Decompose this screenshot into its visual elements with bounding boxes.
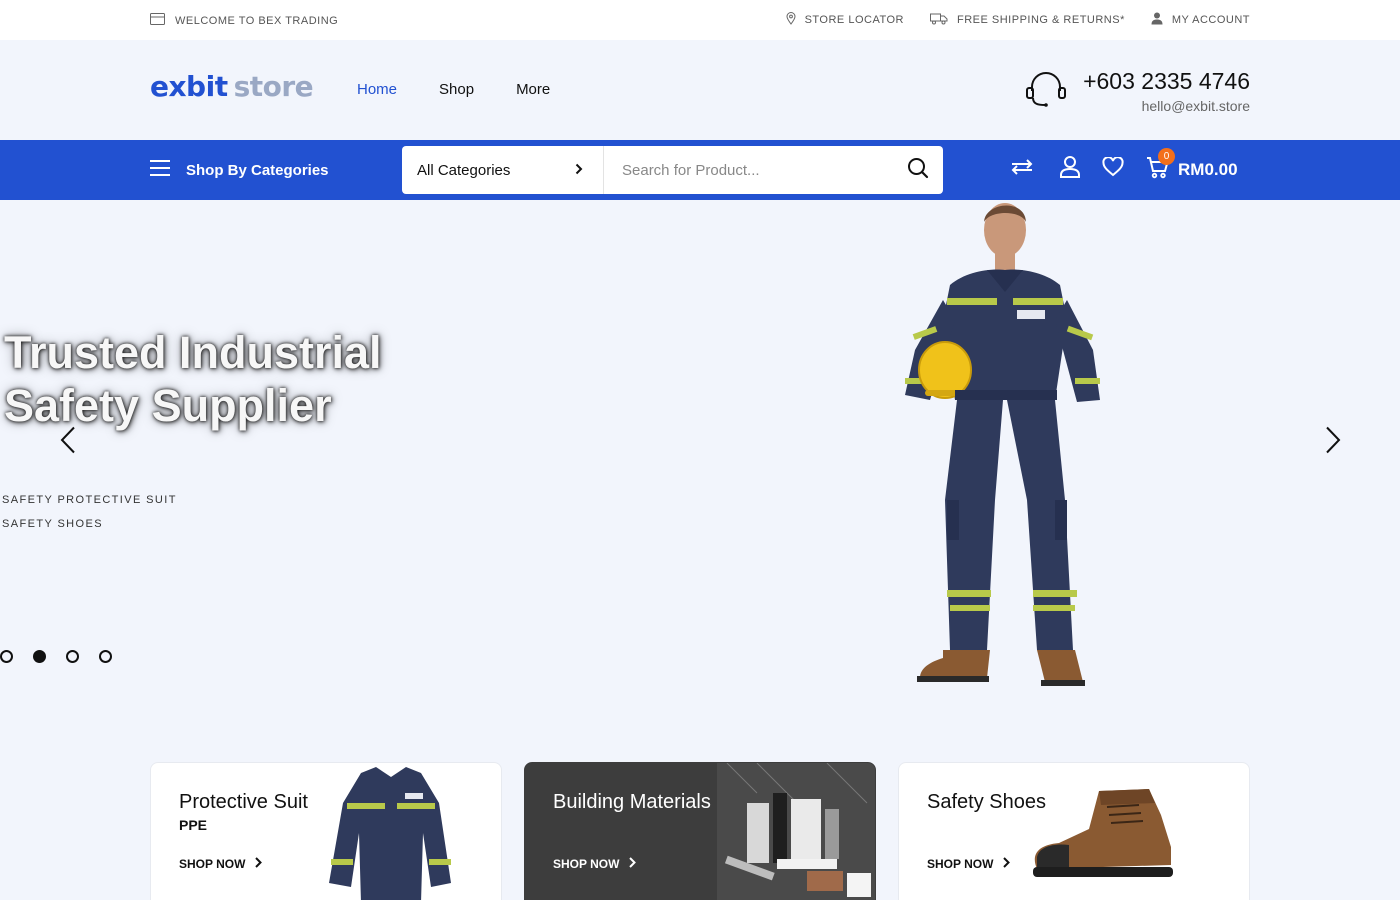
site-header: exbit store Home Shop More +603 2335 474… — [0, 40, 1400, 140]
slider-dots — [0, 650, 112, 663]
shop-now-link[interactable]: SHOP NOW — [179, 857, 263, 871]
phone-number[interactable]: +603 2335 4746 — [1083, 68, 1250, 95]
chevron-right-icon — [629, 857, 637, 871]
slider-dot-2[interactable] — [33, 650, 46, 663]
site-logo[interactable]: exbit store — [150, 70, 314, 103]
slider-dot-1[interactable] — [0, 650, 13, 663]
welcome-message: WELCOME TO BEX TRADING — [150, 13, 338, 28]
shop-now-link[interactable]: SHOP NOW — [553, 857, 637, 871]
hero-title-line-1: Trusted Industrial — [4, 327, 382, 378]
category-select[interactable]: All Categories — [402, 146, 604, 194]
chevron-right-icon — [1003, 857, 1011, 871]
headset-icon — [1025, 71, 1067, 114]
store-locator-link[interactable]: STORE LOCATOR — [786, 12, 904, 28]
card-icon — [150, 13, 165, 28]
search-box: All Categories — [402, 146, 943, 194]
search-input[interactable] — [604, 146, 893, 194]
contact-info: +603 2335 4746 hello@exbit.store — [1025, 68, 1250, 114]
wishlist-heart-icon[interactable] — [1102, 156, 1124, 182]
shipping-label: FREE SHIPPING & RETURNS* — [957, 14, 1125, 26]
nav-home[interactable]: Home — [357, 81, 397, 98]
promo-cards-section: Protective Suit PPE SHOP NOW Building Ma… — [0, 692, 1400, 900]
shop-by-categories-button[interactable]: Shop By Categories — [150, 160, 329, 180]
nav-more[interactable]: More — [516, 81, 550, 98]
user-icon — [1151, 12, 1163, 28]
cart-button[interactable]: 0 RM0.00 — [1146, 148, 1238, 184]
my-account-link[interactable]: MY ACCOUNT — [1151, 12, 1250, 28]
shop-now-label: SHOP NOW — [553, 857, 620, 871]
building-materials-image — [717, 763, 875, 900]
email-address[interactable]: hello@exbit.store — [1083, 98, 1250, 114]
cart-total: RM0.00 — [1178, 159, 1238, 179]
chevron-right-icon — [575, 162, 583, 179]
main-navigation: Home Shop More — [357, 81, 550, 98]
promo-card-safety-shoes[interactable]: Safety Shoes SHOP NOW — [898, 762, 1250, 900]
logo-text-secondary: store — [233, 70, 314, 103]
shop-now-label: SHOP NOW — [927, 857, 994, 871]
truck-icon — [930, 13, 948, 28]
chevron-right-icon — [1325, 426, 1341, 459]
hero-link-safety-shoes[interactable]: SAFETY SHOES — [2, 518, 177, 530]
chevron-right-icon — [255, 857, 263, 871]
chevron-left-icon — [60, 426, 76, 459]
shipping-link[interactable]: FREE SHIPPING & RETURNS* — [930, 12, 1125, 28]
promo-title: Protective Suit — [179, 791, 308, 813]
hero-slider: Trusted Industrial Safety Supplier SAFET… — [0, 200, 1400, 692]
promo-title: Building Materials — [553, 791, 711, 813]
protective-suit-image — [329, 767, 451, 900]
promo-card-building-materials[interactable]: Building Materials SHOP NOW — [524, 762, 876, 900]
slider-prev-button[interactable] — [53, 426, 83, 458]
category-select-value: All Categories — [417, 161, 511, 179]
my-account-label: MY ACCOUNT — [1171, 14, 1250, 26]
nav-shop[interactable]: Shop — [439, 81, 474, 98]
shop-by-categories-label: Shop By Categories — [186, 161, 329, 179]
slider-next-button[interactable] — [1318, 426, 1348, 458]
safety-shoe-image — [1033, 789, 1173, 877]
welcome-text: WELCOME TO BEX TRADING — [175, 14, 339, 27]
promo-subtitle: PPE — [179, 817, 208, 833]
search-icon — [907, 157, 929, 184]
worker-coverall-image — [905, 203, 1100, 686]
top-bar: WELCOME TO BEX TRADING STORE LOCATOR FRE… — [0, 0, 1400, 40]
account-icon[interactable] — [1060, 156, 1080, 183]
promo-card-protective-suit[interactable]: Protective Suit PPE SHOP NOW — [150, 762, 502, 900]
shop-now-label: SHOP NOW — [179, 857, 246, 871]
slider-dot-4[interactable] — [99, 650, 112, 663]
shop-now-link[interactable]: SHOP NOW — [927, 857, 1011, 871]
slider-dot-3[interactable] — [66, 650, 79, 663]
cart-count-badge: 0 — [1158, 148, 1175, 165]
hamburger-menu-icon — [150, 160, 170, 180]
search-button[interactable] — [893, 146, 943, 194]
logo-text-primary: exbit — [150, 70, 228, 103]
hero-title: Trusted Industrial Safety Supplier — [4, 326, 382, 432]
hero-links: SAFETY PROTECTIVE SUIT SAFETY SHOES — [2, 494, 177, 542]
hero-link-protective-suit[interactable]: SAFETY PROTECTIVE SUIT — [2, 494, 177, 506]
hero-title-line-2: Safety Supplier — [4, 380, 332, 431]
compare-arrows-icon[interactable] — [1010, 158, 1034, 181]
store-locator-label: STORE LOCATOR — [804, 14, 904, 26]
location-pin-icon — [786, 12, 796, 28]
category-search-bar: Shop By Categories All Categories Search… — [0, 140, 1400, 200]
